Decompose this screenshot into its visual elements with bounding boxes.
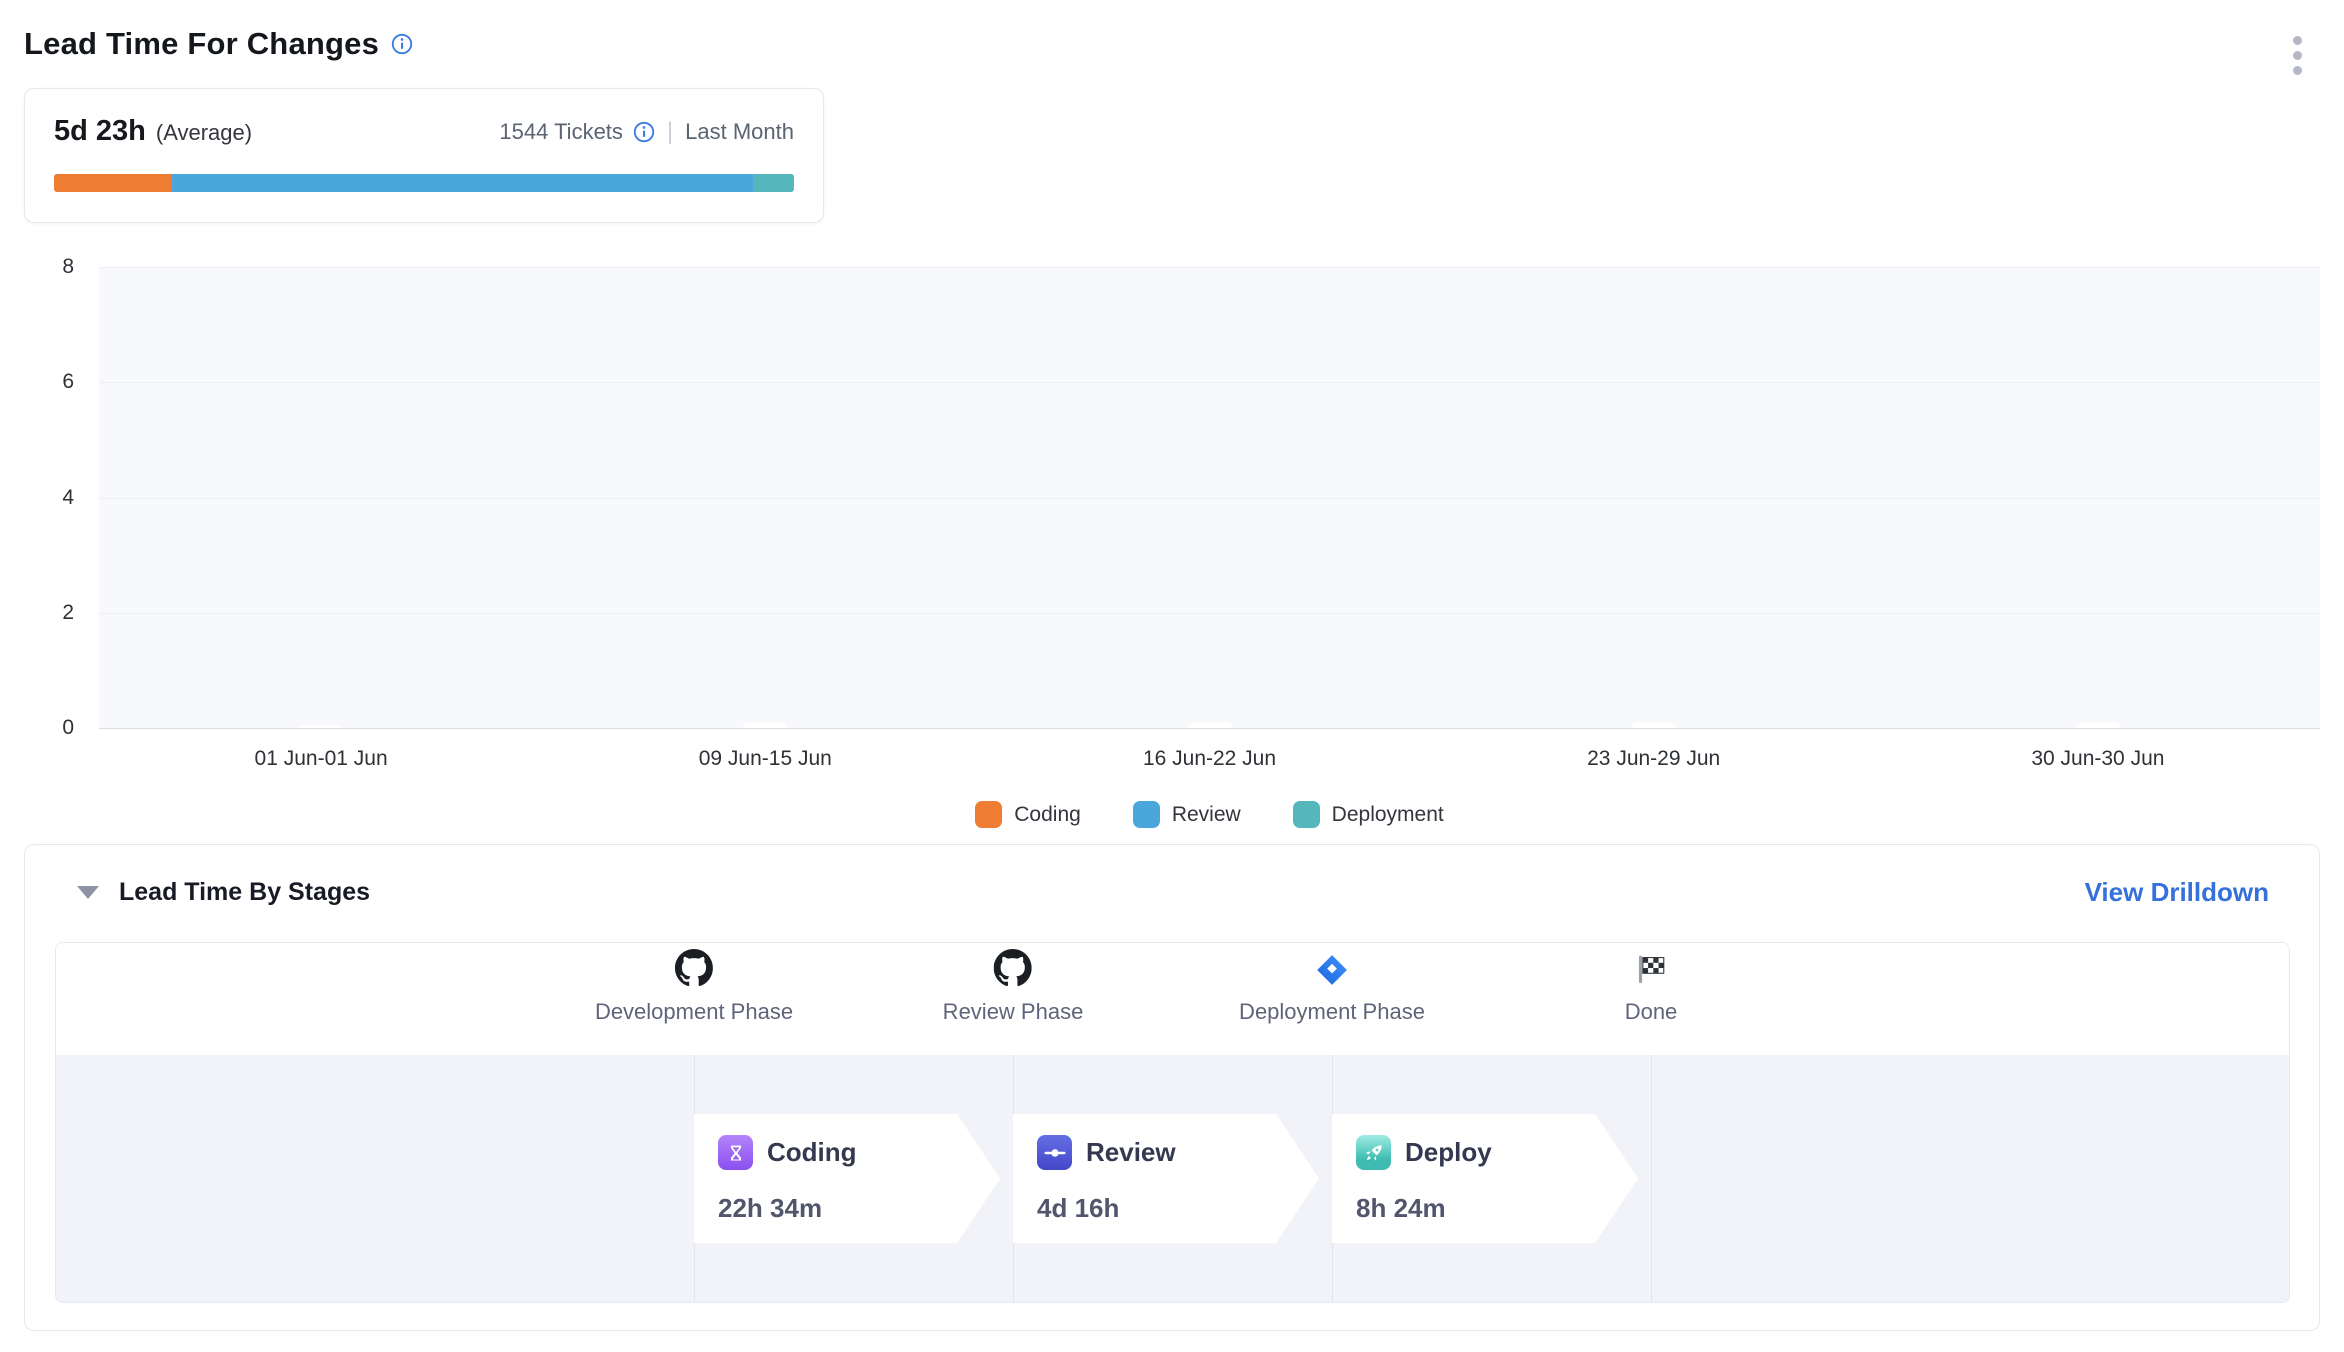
lead-time-by-stages-panel: Lead Time By Stages View Drilldown Devel… (24, 844, 2320, 1331)
caret-down-icon[interactable] (77, 886, 99, 899)
separator: | (667, 118, 673, 146)
rocket-icon (1356, 1135, 1391, 1170)
github-icon (943, 943, 1084, 987)
legend-label: Coding (1014, 803, 1081, 827)
chart-plot: 8 6 4 2 0 (99, 267, 2320, 729)
y-axis-tick: 0 (24, 716, 74, 740)
y-axis-tick: 2 (24, 601, 74, 625)
stage-card-deploy: Deploy 8h 24m (1332, 1114, 1638, 1243)
x-axis-label: 01 Jun-01 Jun (255, 747, 388, 771)
bar-segment-coding[interactable] (299, 725, 343, 728)
stage-duration: 4d 16h (1037, 1193, 1319, 1224)
chart-legend: Coding Review Deployment (99, 801, 2320, 828)
stage-duration: 22h 34m (718, 1193, 1000, 1224)
summary-card: 5d 23h (Average) 1544 Tickets | Last Mon… (24, 88, 824, 223)
x-axis-label: 23 Jun-29 Jun (1587, 747, 1720, 771)
stage-name: Deploy (1405, 1137, 1492, 1168)
stage-duration: 8h 24m (1356, 1193, 1638, 1224)
bar-segment-review[interactable] (1188, 725, 1232, 728)
y-axis-tick: 4 (24, 486, 74, 510)
x-axis-label: 09 Jun-15 Jun (699, 747, 832, 771)
stages-table: Development Phase Review Phase (55, 942, 2290, 1303)
hourglass-icon (718, 1135, 753, 1170)
deployment-swatch-icon (1293, 801, 1320, 828)
phase-col-deployment: Deployment Phase (1239, 943, 1425, 1025)
stages-panel-title: Lead Time By Stages (119, 878, 370, 907)
phase-label: Development Phase (595, 999, 793, 1025)
progress-segment-deployment (753, 174, 794, 192)
bar-segment-review[interactable] (2076, 725, 2120, 728)
average-label: (Average) (156, 120, 252, 146)
commit-icon (1037, 1135, 1072, 1170)
phase-header-row: Development Phase Review Phase (56, 943, 2289, 1055)
jira-diamond-icon (1239, 943, 1425, 987)
bar-segment-review[interactable] (743, 725, 787, 728)
x-axis: 01 Jun-01 Jun 09 Jun-15 Jun 16 Jun-22 Ju… (99, 729, 2320, 775)
page-title: Lead Time For Changes (24, 26, 379, 62)
stage-card-review: Review 4d 16h (1013, 1114, 1319, 1243)
stacked-bar[interactable] (2076, 722, 2120, 728)
tickets-count: 1544 Tickets (499, 119, 623, 145)
stage-card-coding: Coding 22h 34m (694, 1114, 1000, 1243)
stage-name: Review (1086, 1137, 1176, 1168)
kebab-menu-icon[interactable] (2289, 32, 2306, 79)
review-swatch-icon (1133, 801, 1160, 828)
stacked-bar[interactable] (299, 725, 343, 728)
stacked-bar[interactable] (743, 722, 787, 728)
phase-label: Review Phase (943, 999, 1084, 1025)
x-axis-label: 30 Jun-30 Jun (2031, 747, 2164, 771)
legend-label: Deployment (1332, 803, 1444, 827)
checkered-flag-icon (1625, 943, 1678, 987)
info-icon[interactable] (633, 121, 655, 143)
y-axis-tick: 8 (24, 255, 74, 279)
y-axis-tick: 6 (24, 370, 74, 394)
legend-item-coding[interactable]: Coding (975, 801, 1081, 828)
stage-name: Coding (767, 1137, 857, 1168)
lead-time-chart: 8 6 4 2 0 01 Jun-01 Jun 09 Jun-15 Jun 16… (24, 267, 2320, 828)
bar-segment-review[interactable] (1632, 725, 1676, 728)
average-value: 5d 23h (54, 115, 146, 148)
period-label: Last Month (685, 119, 794, 145)
x-axis-label: 16 Jun-22 Jun (1143, 747, 1276, 771)
legend-label: Review (1172, 803, 1241, 827)
lead-time-widget: Lead Time For Changes 5d 23h (Average) 1… (0, 0, 2344, 1352)
legend-item-review[interactable]: Review (1133, 801, 1241, 828)
github-icon (595, 943, 793, 987)
phase-label: Done (1625, 999, 1678, 1025)
phase-label: Deployment Phase (1239, 999, 1425, 1025)
phase-col-done: Done (1625, 943, 1678, 1025)
phase-col-review: Review Phase (943, 943, 1084, 1025)
info-icon[interactable] (391, 33, 413, 55)
progress-segment-review (172, 174, 754, 192)
stages-body: Coding 22h 34m Review 4d 16h (56, 1055, 2289, 1302)
stacked-bar[interactable] (1188, 722, 1232, 728)
summary-progress-bar (54, 174, 794, 192)
progress-segment-coding (54, 174, 172, 192)
phase-col-development: Development Phase (595, 943, 793, 1025)
coding-swatch-icon (975, 801, 1002, 828)
view-drilldown-link[interactable]: View Drilldown (2085, 877, 2269, 908)
legend-item-deployment[interactable]: Deployment (1293, 801, 1444, 828)
widget-header: Lead Time For Changes (24, 26, 2320, 62)
stacked-bar[interactable] (1632, 722, 1676, 728)
